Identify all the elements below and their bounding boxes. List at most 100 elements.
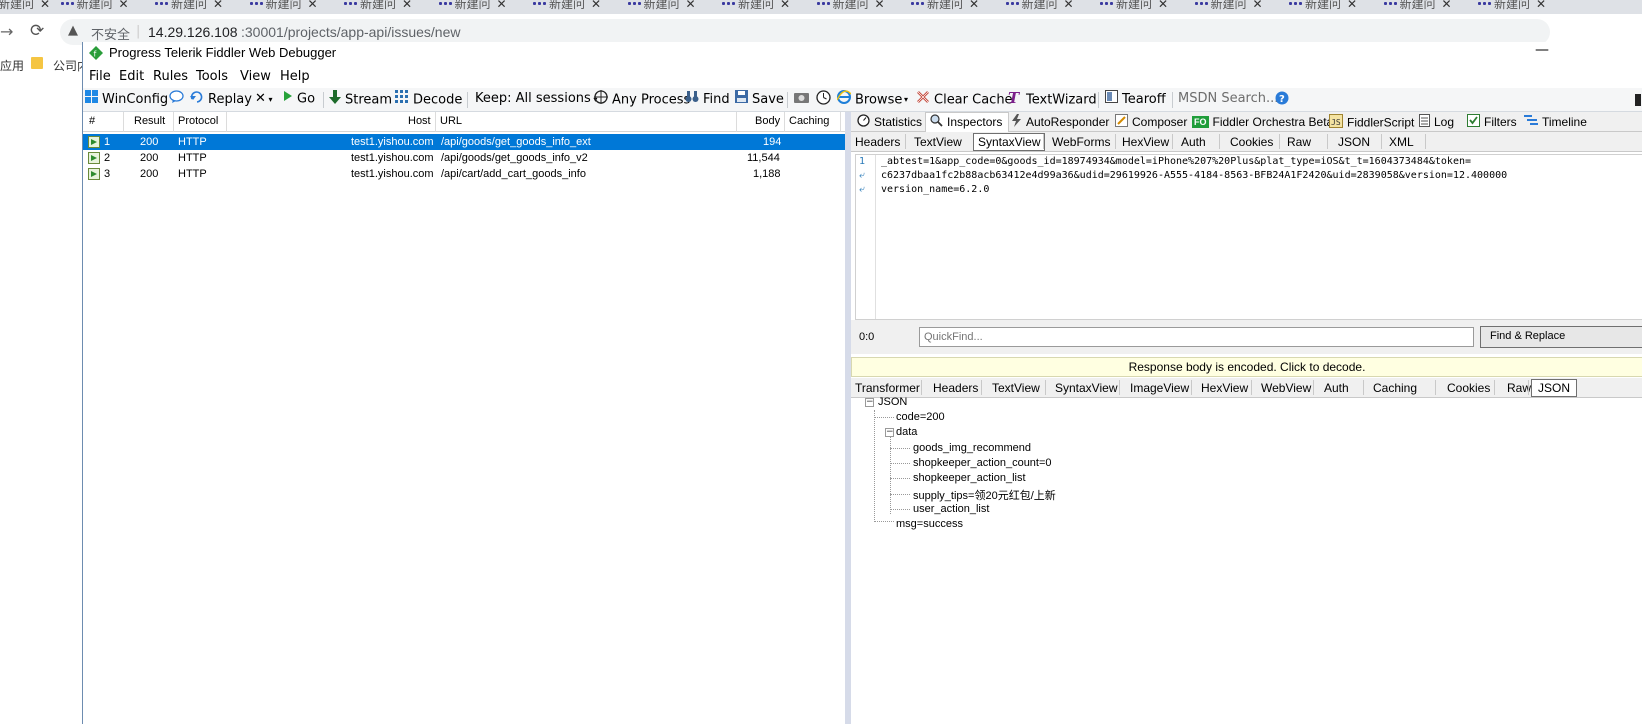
tab-statistics[interactable]: Statistics <box>857 114 922 131</box>
tab-inspectors[interactable]: Inspectors <box>925 112 1010 132</box>
col-host[interactable]: Host <box>408 115 431 127</box>
tearoff-button[interactable]: Tearoff <box>1105 90 1166 108</box>
menu-tools[interactable]: Tools <box>196 69 228 84</box>
tab-close-icon[interactable]: ✕ <box>1064 0 1074 11</box>
resp-tab-json[interactable]: JSON <box>1531 379 1578 397</box>
screenshot-button[interactable] <box>794 91 813 109</box>
req-tab-auth[interactable]: Auth <box>1181 135 1206 149</box>
browser-tab[interactable]: 新建问 ✕ <box>59 0 129 13</box>
tab-fiddlerscript[interactable]: JS FiddlerScript <box>1329 114 1414 132</box>
tab-close-icon[interactable]: ✕ <box>1253 0 1263 11</box>
req-tab-raw[interactable]: Raw <box>1287 135 1311 149</box>
browser-tab[interactable]: 新建问 ✕ <box>153 0 223 13</box>
reload-icon[interactable]: ⟳ <box>30 21 44 41</box>
tab-autoresponder[interactable]: AutoResponder <box>1011 114 1109 131</box>
col-result[interactable]: Result <box>134 115 165 127</box>
resp-tab-webview[interactable]: WebView <box>1261 381 1311 395</box>
browser-tab[interactable]: 新建问 ✕ <box>248 0 318 13</box>
tab-close-icon[interactable]: ✕ <box>213 0 223 11</box>
menu-file[interactable]: File <box>89 69 111 84</box>
json-msg[interactable]: msg=success <box>896 518 963 530</box>
comment-button[interactable] <box>169 90 188 109</box>
col-number[interactable]: # <box>89 115 95 127</box>
menu-edit[interactable]: Edit <box>119 69 144 84</box>
browser-tab[interactable]: 新建问 ✕ <box>342 0 412 13</box>
resp-tab-transformer[interactable]: Transformer <box>855 381 920 395</box>
session-row-3[interactable]: 3 200 HTTP test1.yishou.com /api/cart/ad… <box>83 166 845 182</box>
tab-close-icon[interactable]: ✕ <box>402 0 412 11</box>
req-tab-json[interactable]: JSON <box>1338 135 1370 149</box>
clear-cache-button[interactable]: Clear Cache <box>916 91 1013 109</box>
resp-tab-cookies[interactable]: Cookies <box>1447 381 1490 395</box>
tab-close-icon[interactable]: ✕ <box>686 0 696 11</box>
keep-sessions-dropdown[interactable]: Keep: All sessions ▾ <box>475 91 597 106</box>
browser-tab[interactable]: 新建问 ✕ <box>1382 0 1452 13</box>
json-goods-img-recommend[interactable]: goods_img_recommend <box>913 442 1031 454</box>
browser-tab[interactable]: 新建问 ✕ <box>437 0 507 13</box>
bookmark-apps[interactable]: 应用 <box>0 57 24 74</box>
resp-tab-auth[interactable]: Auth <box>1324 381 1349 395</box>
tab-filters[interactable]: Filters <box>1467 114 1517 131</box>
resp-tab-headers[interactable]: Headers <box>933 381 978 395</box>
json-shopkeeper-action-list[interactable]: shopkeeper_action_list <box>913 472 1026 484</box>
tab-close-icon[interactable]: ✕ <box>1536 0 1546 11</box>
browser-tab[interactable]: 新建问 ✕ <box>815 0 885 13</box>
resp-tab-caching[interactable]: Caching <box>1373 381 1417 395</box>
textwizard-button[interactable]: T TextWizard <box>1008 89 1097 109</box>
browser-tab[interactable]: 新建问 ✕ <box>1476 0 1546 13</box>
req-tab-xml[interactable]: XML <box>1389 135 1414 149</box>
json-supply-tips[interactable]: supply_tips=领20元红包/上新 <box>913 487 1056 503</box>
json-code[interactable]: code=200 <box>896 411 945 423</box>
json-root[interactable]: JSON <box>878 396 907 408</box>
collapse-json-icon[interactable]: − <box>865 398 874 407</box>
tab-close-icon[interactable]: ✕ <box>875 0 885 11</box>
browser-tab[interactable]: 新建问 ✕ <box>0 0 50 13</box>
req-tab-textview[interactable]: TextView <box>914 135 962 149</box>
tab-orchestra[interactable]: FO Fiddler Orchestra Beta <box>1192 115 1333 129</box>
minimize-button[interactable]: — <box>1535 42 1549 58</box>
resp-tab-syntaxview[interactable]: SyntaxView <box>1055 381 1117 395</box>
response-encoded-notice[interactable]: Response body is encoded. Click to decod… <box>851 357 1642 377</box>
tab-composer[interactable]: Composer <box>1115 114 1187 131</box>
json-data[interactable]: data <box>896 426 917 438</box>
tab-close-icon[interactable]: ✕ <box>497 0 507 11</box>
go-button[interactable]: Go <box>283 91 315 107</box>
find-replace-button[interactable]: Find & Replace <box>1480 326 1642 348</box>
tab-close-icon[interactable]: ✕ <box>969 0 979 11</box>
resp-tab-imageview[interactable]: ImageView <box>1130 381 1189 395</box>
collapse-data-icon[interactable]: − <box>885 428 894 437</box>
tab-close-icon[interactable]: ✕ <box>591 0 601 11</box>
any-process-button[interactable]: Any Process <box>594 90 690 109</box>
remove-button[interactable]: ✕ ▾ <box>255 91 272 106</box>
stream-button[interactable]: Stream <box>329 90 392 109</box>
req-tab-syntaxview[interactable]: SyntaxView <box>973 133 1046 151</box>
help-icon[interactable]: ? <box>1275 91 1289 109</box>
col-body[interactable]: Body <box>755 115 780 127</box>
browser-tab[interactable]: 新建问 ✕ <box>531 0 601 13</box>
browse-button[interactable]: Browse <box>836 90 902 109</box>
save-button[interactable]: Save <box>735 90 784 108</box>
browser-tab[interactable]: 新建问 ✕ <box>909 0 979 13</box>
timer-button[interactable] <box>816 90 835 110</box>
winconfig-button[interactable]: WinConfig <box>85 90 168 108</box>
tab-close-icon[interactable]: ✕ <box>1347 0 1357 11</box>
req-tab-hexview[interactable]: HexView <box>1122 135 1169 149</box>
resp-tab-textview[interactable]: TextView <box>992 381 1040 395</box>
menu-rules[interactable]: Rules <box>153 69 188 84</box>
resp-tab-hexview[interactable]: HexView <box>1201 381 1248 395</box>
req-tab-cookies[interactable]: Cookies <box>1230 135 1273 149</box>
session-row-2[interactable]: 2 200 HTTP test1.yishou.com /api/goods/g… <box>83 150 845 166</box>
json-user-action-list[interactable]: user_action_list <box>913 503 989 515</box>
browser-tab[interactable]: 新建问 ✕ <box>1287 0 1357 13</box>
tab-close-icon[interactable]: ✕ <box>1442 0 1452 11</box>
menu-view[interactable]: View <box>240 69 271 84</box>
browser-tab[interactable]: 新建问 ✕ <box>720 0 790 13</box>
find-button[interactable]: Find <box>685 91 730 108</box>
browse-dropdown-icon[interactable]: ▾ <box>904 95 908 104</box>
tab-close-icon[interactable]: ✕ <box>40 0 50 11</box>
tab-close-icon[interactable]: ✕ <box>308 0 318 11</box>
menu-help[interactable]: Help <box>280 69 310 84</box>
req-tab-headers[interactable]: Headers <box>855 135 900 149</box>
tab-timeline[interactable]: Timeline <box>1524 115 1587 130</box>
req-tab-webforms[interactable]: WebForms <box>1052 135 1110 149</box>
